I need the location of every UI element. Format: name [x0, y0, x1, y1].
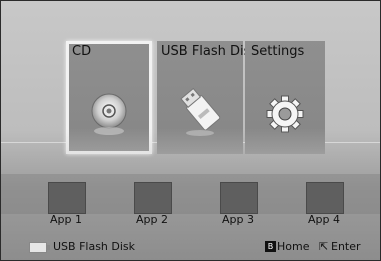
app-3-tile[interactable] — [220, 182, 258, 214]
device-label: USB Flash Disk — [53, 240, 136, 253]
app-1-tile[interactable] — [48, 182, 86, 214]
enter-hint: Enter — [331, 240, 361, 253]
tile-cd-label: CD — [72, 44, 92, 59]
tile-settings-label: Settings — [251, 44, 305, 59]
tile-usb-flash-disk[interactable]: USB Flash Disk — [157, 41, 258, 154]
app-4-label: App 4 — [308, 213, 340, 226]
tile-reflection — [66, 128, 152, 154]
app-3-label: App 3 — [222, 213, 254, 226]
app-1-label: App 1 — [50, 213, 82, 226]
app-2-tile[interactable] — [134, 182, 172, 214]
tile-reflection — [245, 128, 325, 154]
tile-usb-label: USB Flash Disk — [161, 44, 258, 59]
enter-key-icon: ⇱ — [319, 240, 329, 253]
app-4-tile[interactable] — [306, 182, 344, 214]
home-screen: CD USB Flash Disk Settings App 1 App 2 A… — [0, 0, 381, 261]
home-hint: Home — [277, 240, 310, 253]
status-bar: USB Flash Disk B Home ⇱ Enter — [1, 237, 380, 260]
app-2-label: App 2 — [136, 213, 168, 226]
usb-device-icon — [29, 242, 50, 253]
tile-settings[interactable]: Settings — [245, 41, 325, 154]
tile-reflection — [157, 128, 243, 154]
home-key-icon: B — [265, 241, 276, 252]
tile-cd[interactable]: CD — [66, 41, 152, 154]
